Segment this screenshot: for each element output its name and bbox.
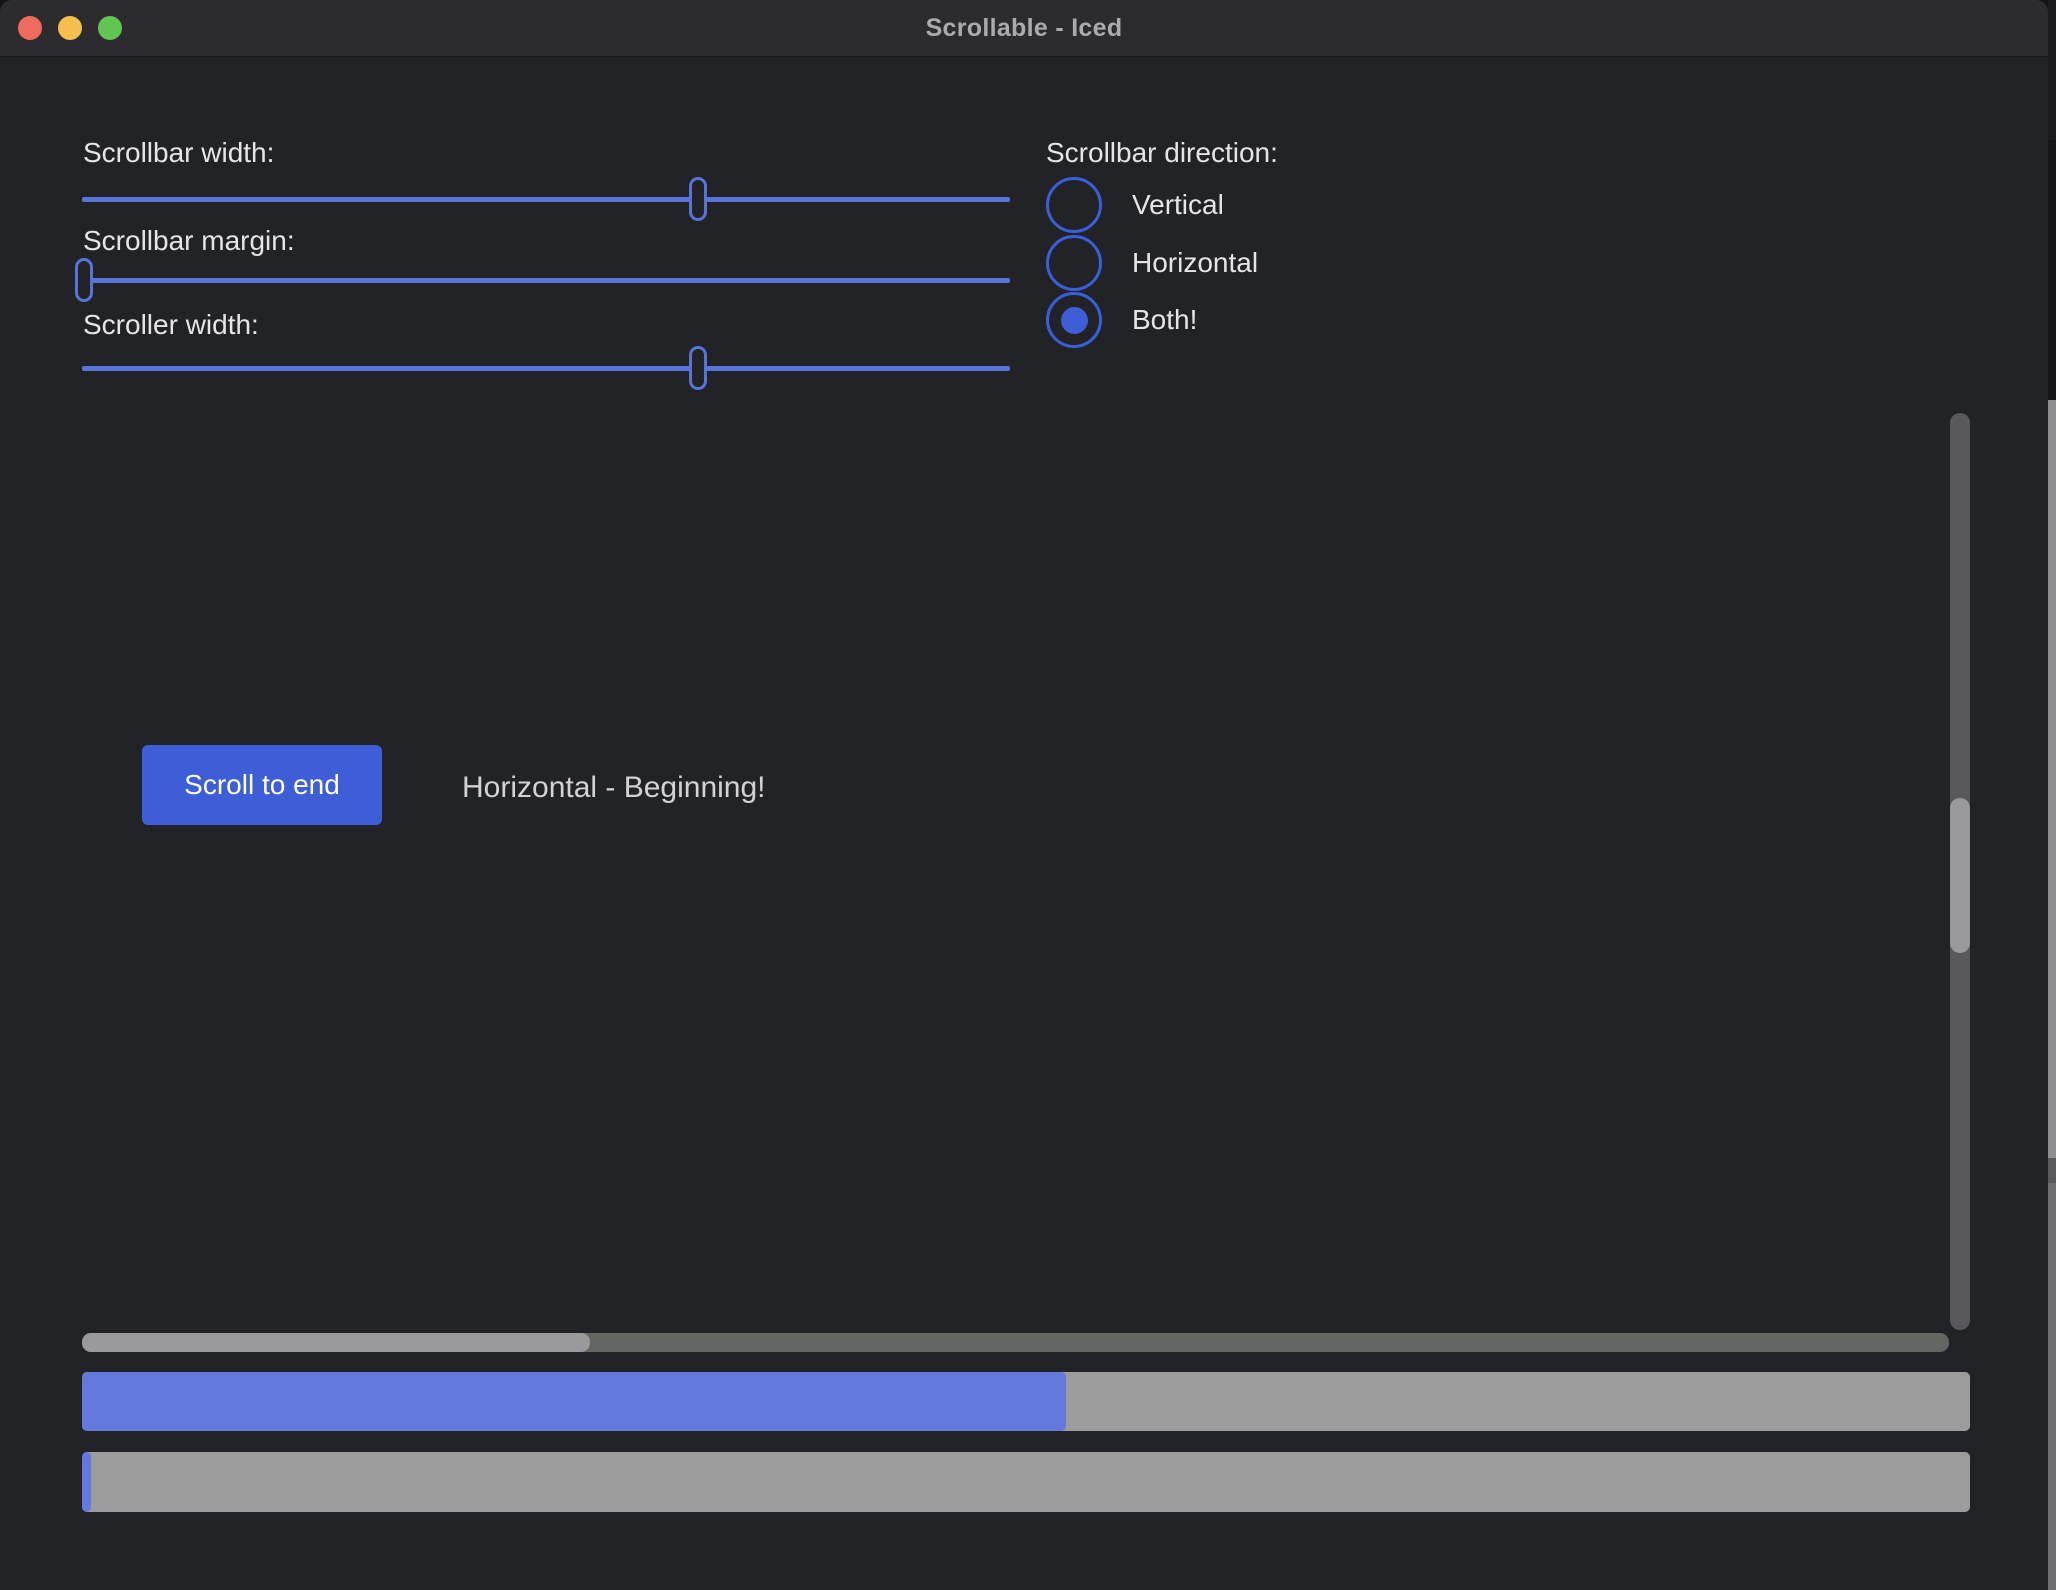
scroller-width-slider[interactable] bbox=[82, 346, 1010, 390]
horizontal-scrollbar[interactable] bbox=[82, 1333, 1949, 1352]
horizontal-scrollbar-thumb[interactable] bbox=[82, 1333, 590, 1352]
progress-fill bbox=[82, 1452, 91, 1512]
progress-fill bbox=[82, 1372, 1066, 1431]
desktop-edge bbox=[2048, 140, 2056, 400]
window-title: Scrollable - Iced bbox=[0, 0, 2048, 56]
app-window: Scrollable - Iced Scrollbar width: Scrol… bbox=[0, 0, 2048, 1590]
slider-track bbox=[82, 366, 1010, 371]
titlebar: Scrollable - Iced bbox=[0, 0, 2048, 57]
scrollbar-width-label: Scrollbar width: bbox=[83, 136, 274, 170]
scroll-to-end-button[interactable]: Scroll to end bbox=[142, 745, 382, 825]
scrollbar-width-slider[interactable] bbox=[82, 177, 1010, 221]
slider-track bbox=[82, 197, 1010, 202]
radio-circle-icon[interactable] bbox=[1046, 177, 1102, 233]
radio-circle-icon[interactable] bbox=[1046, 292, 1102, 348]
slider-handle[interactable] bbox=[75, 258, 93, 302]
radio-label: Horizontal bbox=[1132, 246, 1258, 280]
radio-vertical[interactable]: Vertical bbox=[1046, 177, 1224, 233]
radio-label: Both! bbox=[1132, 303, 1197, 337]
radio-both[interactable]: Both! bbox=[1046, 292, 1197, 348]
slider-handle[interactable] bbox=[689, 346, 707, 390]
screenshot-stage: Scrollable - Iced Scrollbar width: Scrol… bbox=[0, 0, 2056, 1590]
scrollbar-direction-label: Scrollbar direction: bbox=[1046, 136, 1278, 170]
horizontal-progress-bar bbox=[82, 1372, 1970, 1431]
radio-circle-icon[interactable] bbox=[1046, 235, 1102, 291]
radio-horizontal[interactable]: Horizontal bbox=[1046, 235, 1258, 291]
vertical-scrollbar[interactable] bbox=[1950, 413, 1970, 1330]
vertical-progress-bar bbox=[82, 1452, 1970, 1512]
scrollbar-margin-label: Scrollbar margin: bbox=[83, 224, 295, 258]
slider-handle[interactable] bbox=[689, 177, 707, 221]
desktop-edge bbox=[2048, 1158, 2056, 1183]
desktop-edge bbox=[2048, 1183, 2056, 1590]
scroll-status-text: Horizontal - Beginning! bbox=[462, 768, 766, 808]
radio-label: Vertical bbox=[1132, 188, 1224, 222]
scroller-width-label: Scroller width: bbox=[83, 308, 259, 342]
desktop-edge bbox=[2048, 400, 2056, 1158]
vertical-scrollbar-thumb[interactable] bbox=[1950, 798, 1970, 953]
radio-dot bbox=[1061, 307, 1088, 334]
desktop-edge bbox=[2048, 0, 2056, 140]
scrollbar-margin-slider[interactable] bbox=[82, 258, 1010, 302]
slider-track bbox=[82, 278, 1010, 283]
